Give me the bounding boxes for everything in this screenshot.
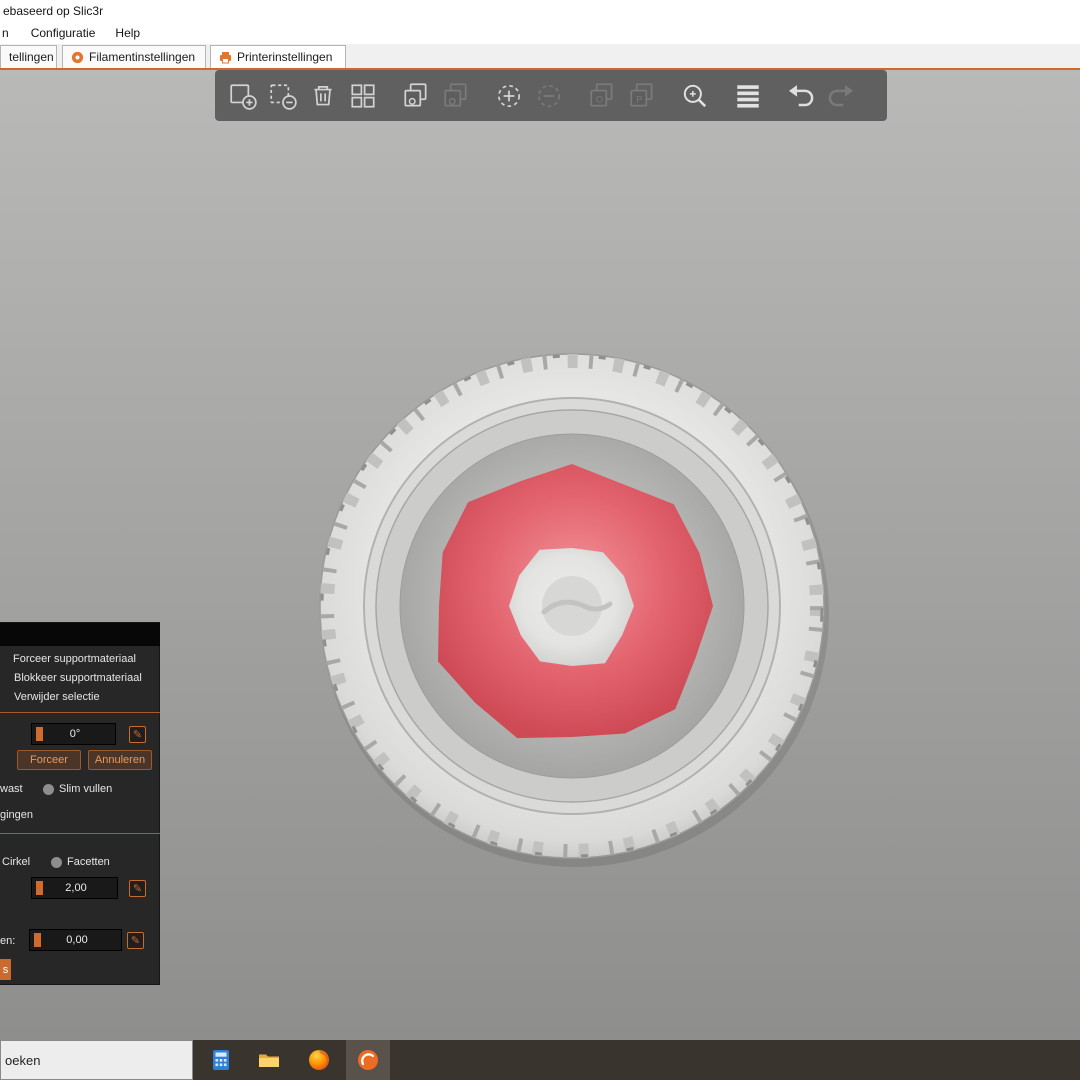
edit-angle-icon[interactable]: ✎ [129, 726, 146, 743]
copy-icon[interactable] [398, 78, 434, 114]
delete-all-icon[interactable] [305, 78, 341, 114]
svg-text:P: P [636, 94, 642, 105]
split-to-parts-icon[interactable]: P [624, 78, 660, 114]
tab-label: tellingen [9, 50, 54, 64]
panel-text-fragment: gingen [0, 809, 34, 821]
slider-handle[interactable] [36, 727, 43, 741]
taskbar: oeken [0, 1040, 1080, 1080]
brush-size-slider[interactable]: 2,00 [31, 877, 118, 899]
filament-icon [71, 51, 84, 63]
arrange-icon[interactable] [345, 78, 381, 114]
remove-instance-icon[interactable] [531, 78, 567, 114]
printer-icon [220, 51, 231, 63]
taskbar-app-prusaslicer[interactable] [346, 1040, 390, 1080]
variable-layer-height-icon[interactable] [730, 78, 766, 114]
model-tire[interactable] [292, 326, 852, 886]
search-icon[interactable] [677, 78, 713, 114]
tab-label: Printerinstellingen [237, 50, 333, 64]
menu-item-enforce-support[interactable]: Forceer supportmateriaal [13, 653, 136, 665]
add-object-icon[interactable] [225, 78, 261, 114]
redo-icon[interactable] [823, 78, 859, 114]
smart-fill-radio[interactable] [43, 784, 54, 795]
menu-item-help[interactable]: Help [113, 26, 142, 40]
file-explorer-icon [259, 1054, 279, 1067]
edit-brush-size-icon[interactable]: ✎ [129, 880, 146, 897]
menu-item-fragment[interactable]: n [0, 26, 11, 40]
search-text: oeken [5, 1052, 41, 1068]
panel-separator [0, 712, 160, 713]
support-paint-panel: Forceer supportmateriaal Blokkeer suppor… [0, 622, 160, 985]
slider-handle[interactable] [34, 933, 41, 947]
taskbar-search-input[interactable]: oeken [0, 1040, 193, 1080]
calculator-icon [213, 1050, 229, 1070]
add-instance-icon[interactable] [491, 78, 527, 114]
taskbar-app-file-explorer[interactable] [247, 1040, 291, 1080]
menu-item-remove-selection[interactable]: Verwijder selectie [14, 691, 100, 703]
slider-handle[interactable] [36, 881, 43, 895]
window-title: ebaseerd op Slic3r [0, 0, 1080, 22]
panel-separator [0, 833, 160, 834]
panel-header[interactable] [0, 623, 160, 646]
menu-item-block-support[interactable]: Blokkeer supportmateriaal [14, 672, 142, 684]
split-to-objects-icon[interactable]: O [584, 78, 620, 114]
force-button[interactable]: Forceer [17, 750, 81, 770]
tab-print-settings[interactable]: tellingen [0, 45, 57, 68]
panel-bottom-button[interactable]: s [0, 959, 11, 980]
firefox-icon [309, 1050, 329, 1070]
undo-icon[interactable] [783, 78, 819, 114]
remove-object-icon[interactable] [265, 78, 301, 114]
tab-bar: tellingen Filamentinstellingen Printerin… [0, 44, 1080, 68]
taskbar-app-firefox[interactable] [297, 1040, 341, 1080]
cancel-button[interactable]: Annuleren [88, 750, 152, 770]
brush-size-value: 2,00 [65, 882, 87, 894]
edit-gap-icon[interactable]: ✎ [127, 932, 144, 949]
prusaslicer-icon [358, 1050, 378, 1070]
toolbar: O P [215, 70, 887, 121]
menu-bar: n Configuratie Help [0, 22, 1080, 44]
tab-printer-settings[interactable]: Printerinstellingen [210, 45, 346, 68]
gap-label: en: [0, 935, 16, 947]
shape-option-circle-label[interactable]: Cirkel [2, 856, 30, 868]
svg-text:O: O [596, 94, 604, 105]
shape-option-facets-label[interactable]: Facetten [67, 856, 110, 868]
taskbar-app-calculator[interactable] [199, 1040, 243, 1080]
fill-option-left-label[interactable]: wast [0, 783, 23, 795]
gap-value: 0,00 [66, 934, 88, 946]
facets-radio[interactable] [51, 857, 62, 868]
tab-label: Filamentinstellingen [89, 50, 196, 64]
angle-slider[interactable]: 0° [31, 723, 116, 745]
tab-filament-settings[interactable]: Filamentinstellingen [62, 45, 206, 68]
gap-slider[interactable]: 0,00 [29, 929, 122, 951]
fill-option-right-label[interactable]: Slim vullen [59, 783, 112, 795]
angle-value: 0° [69, 728, 81, 740]
paste-icon[interactable] [438, 78, 474, 114]
menu-item-configuratie[interactable]: Configuratie [29, 26, 98, 40]
viewport-3d[interactable]: O P [0, 70, 1080, 1040]
